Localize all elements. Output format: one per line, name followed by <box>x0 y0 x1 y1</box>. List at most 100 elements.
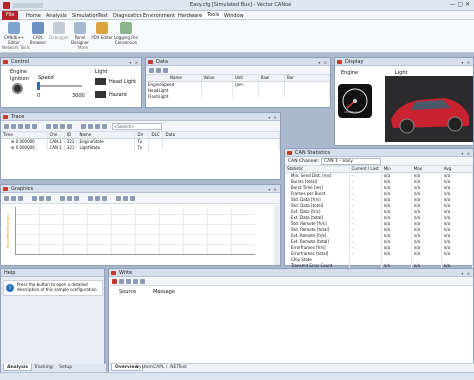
write-col-message[interactable]: Message <box>153 289 175 295</box>
row-dir: Tx <box>134 144 150 150</box>
debugger-label: Debugger <box>49 35 69 40</box>
col-current[interactable]: Current / Last <box>349 166 382 173</box>
toolbar-icon[interactable] <box>81 124 86 129</box>
toolbar-icon[interactable] <box>67 196 72 201</box>
data-table: Name Value Unit Raw Bar EngineSpeed rpm HeadL… <box>146 75 330 99</box>
toolbar-icon[interactable] <box>32 196 37 201</box>
light-label: Light <box>95 69 108 75</box>
toolbar-icon[interactable] <box>88 124 93 129</box>
data-panel: Data ▾ ✕ Name Value Unit Raw Bar EngineSpeed r… <box>145 57 331 108</box>
panel-controls[interactable]: ▾ ✕ <box>461 59 471 67</box>
debugger-button[interactable]: Debugger <box>48 22 70 40</box>
display-panel: Display ▾ ✕ Engine Light x1000 rpm <box>334 57 474 146</box>
toolbar-icon[interactable] <box>60 196 65 201</box>
graphics-scrollbar[interactable] <box>274 205 280 265</box>
toolbar-icon[interactable] <box>4 196 9 201</box>
candb-editor-button[interactable]: CANdb++ Editor <box>3 22 25 45</box>
toolbar-icon[interactable] <box>74 196 79 201</box>
help-header: Help <box>1 269 104 277</box>
toolbar-icon[interactable] <box>11 124 16 129</box>
graphics-header: Graphics ▾ ✕ <box>1 185 280 193</box>
graphics-plot-area[interactable] <box>15 207 255 255</box>
toolbar-icon[interactable] <box>88 196 93 201</box>
menu-hardware[interactable]: Hardware <box>178 13 202 19</box>
toolbar-icon[interactable] <box>119 279 124 284</box>
can-channel-select[interactable]: CAN 1 - easy <box>321 158 381 165</box>
toolbar-icon[interactable] <box>102 124 107 129</box>
toolbar-icon[interactable] <box>46 124 51 129</box>
speed-slider-thumb[interactable] <box>37 82 40 90</box>
hazard-switch[interactable] <box>95 91 106 98</box>
row-name: LightState <box>76 144 136 150</box>
table-row[interactable]: FlashLight <box>146 93 330 99</box>
toolbar-icon[interactable] <box>4 124 9 129</box>
display-engine-label: Engine <box>341 70 359 76</box>
menu-tools[interactable]: Tools <box>204 12 223 18</box>
toolbar-icon[interactable] <box>53 124 58 129</box>
trace-header: Trace ▾ ✕ <box>1 113 280 121</box>
pdx-label: PDX Editor <box>91 35 113 40</box>
tab-tracking[interactable]: Tracking <box>31 364 56 371</box>
info-icon[interactable]: i <box>6 284 14 292</box>
toolbar-icon[interactable] <box>46 196 51 201</box>
gauge-unit: x1000 rpm <box>344 110 361 114</box>
toolbar-icon[interactable] <box>163 68 168 73</box>
toolbar-icon[interactable] <box>149 68 154 73</box>
pdx-icon <box>96 22 108 34</box>
capl-browser-button[interactable]: CAPL Browser <box>27 22 49 45</box>
panel-icon <box>148 60 153 64</box>
headlight-switch[interactable] <box>95 78 106 85</box>
speed-min: 0 <box>37 93 41 99</box>
menu-file[interactable]: File <box>2 11 19 20</box>
window-controls[interactable]: — ▢ ✕ <box>449 1 470 8</box>
tab-setup[interactable]: Setup <box>56 364 75 371</box>
menu-simulation[interactable]: Simulation <box>72 13 99 19</box>
can-channel-label: CAN Channel: <box>288 159 320 164</box>
quick-access-toolbar[interactable] <box>13 3 43 8</box>
toolbar-icon[interactable] <box>126 279 131 284</box>
toolbar-icon[interactable] <box>67 124 72 129</box>
ignition-knob[interactable] <box>12 83 23 94</box>
pdx-editor-button[interactable]: PDX Editor <box>91 22 113 40</box>
trace-toolbar: <Search> <box>1 121 280 132</box>
clear-icon[interactable] <box>112 279 117 284</box>
menu-diagnostics[interactable]: Diagnostics <box>113 13 142 19</box>
speed-max: 3000 <box>72 93 85 99</box>
panel-designer-button[interactable]: Panel Designer <box>69 22 91 45</box>
write-col-source[interactable]: Source <box>119 289 136 295</box>
panel-icon <box>287 151 292 155</box>
trace-search-input[interactable]: <Search> <box>112 123 162 130</box>
menu-window[interactable]: Window <box>224 13 244 19</box>
toolbar-icon[interactable] <box>60 124 65 129</box>
time-value: 0.000000 <box>15 144 35 150</box>
toolbar-icon[interactable] <box>95 196 100 201</box>
menu-test[interactable]: Test <box>98 13 108 19</box>
display-title: Display <box>345 59 364 65</box>
toolbar-icon[interactable] <box>116 196 121 201</box>
toolbar-icon[interactable] <box>25 124 30 129</box>
toolbar-icon[interactable] <box>102 196 107 201</box>
toolbar-icon[interactable] <box>32 124 37 129</box>
logging-conversion-button[interactable]: Logging File Conversion <box>113 22 139 45</box>
menu-home[interactable]: Home <box>26 13 41 19</box>
toolbar-icon[interactable] <box>11 196 16 201</box>
menu-environment[interactable]: Environment <box>143 13 175 19</box>
toolbar-icon[interactable] <box>39 196 44 201</box>
toolbar-icon[interactable] <box>18 196 23 201</box>
toolbar-icon[interactable] <box>123 196 128 201</box>
tab-test[interactable]: Test <box>175 364 190 371</box>
table-row[interactable]: ⊞ 0.000000 CAN 1 321 LightState Tx <box>1 144 280 150</box>
toolbar-icon[interactable] <box>130 196 135 201</box>
menu-analysis[interactable]: Analysis <box>46 13 67 19</box>
toolbar-icon[interactable] <box>95 124 100 129</box>
panel-icon <box>3 60 8 64</box>
toolbar-icon[interactable] <box>18 124 23 129</box>
help-content: i Press the button to open a detailed de… <box>3 280 103 296</box>
panel-controls[interactable]: ▾ ✕ <box>129 59 139 67</box>
toolbar-icon[interactable] <box>140 279 145 284</box>
speed-slider[interactable] <box>37 85 82 87</box>
tab-analysis[interactable]: Analysis <box>3 364 33 371</box>
toolbar-icon[interactable] <box>133 279 138 284</box>
group-more: More <box>78 45 88 50</box>
toolbar-icon[interactable] <box>156 68 161 73</box>
